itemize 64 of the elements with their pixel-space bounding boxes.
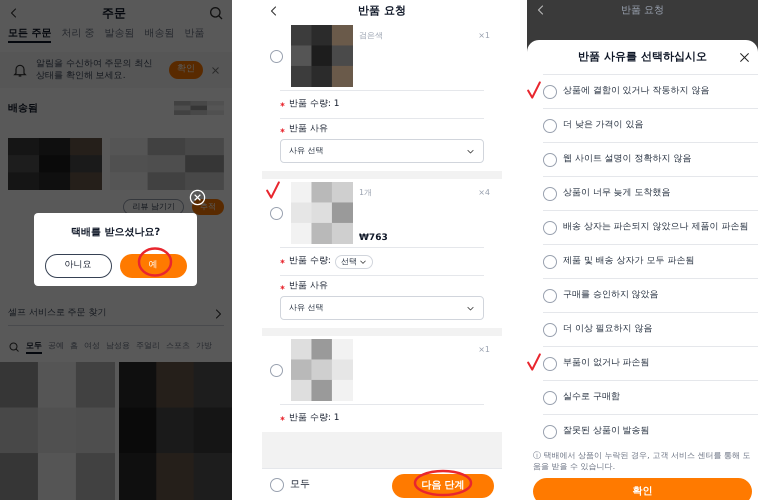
screen-title: 반품 요청 [357, 2, 407, 19]
track-button[interactable]: 추적 [192, 199, 224, 215]
radio-button[interactable] [543, 84, 557, 98]
confirm-button[interactable]: 확인 [169, 61, 203, 79]
search-icon[interactable] [208, 5, 224, 21]
self-service-label: 셀프 서비스로 주문 찾기 [8, 306, 107, 320]
reason-option[interactable]: 상품에 결함이 있거나 작동하지 않음 [543, 74, 758, 108]
radio-button[interactable] [543, 254, 557, 268]
screen-title: 반품 요청 [620, 4, 666, 18]
radio-button[interactable] [543, 356, 557, 370]
radio-button[interactable] [543, 390, 557, 404]
close-icon[interactable] [739, 52, 750, 62]
quantity-text: ×4 [478, 187, 490, 199]
return-reason-label: 반품 사유 [289, 123, 328, 136]
category-tab[interactable]: 모두 [26, 340, 42, 354]
reason-option[interactable]: 더 낮은 가격이 있음 [543, 108, 758, 142]
radio-button[interactable] [543, 118, 557, 132]
section-title: 배송됨 [8, 102, 38, 116]
search-icon[interactable] [8, 341, 20, 353]
price-text: ₩763 [359, 232, 389, 244]
dialog-question: 택배를 받으셨나요? [70, 226, 160, 240]
reason-option[interactable]: 배송 상자는 파손되지 않았으나 제품이 파손됨 [543, 210, 758, 244]
reason-option[interactable]: 웹 사이트 설명이 정확하지 않음 [543, 142, 758, 176]
radio-button[interactable] [543, 220, 557, 234]
help-note: ⓘ 택배에서 상품이 누락된 경우, 고객 서비스 센터를 통해 도움을 받을 수 있습니다. [533, 450, 752, 472]
return-reason-label: 반품 사유 [289, 280, 328, 294]
bell-icon [12, 62, 28, 78]
quantity-text: ×1 [478, 30, 490, 42]
return-quantity-label: 반품 수량: 1 [289, 412, 340, 425]
radio-button[interactable] [270, 50, 283, 62]
quantity-text: ×1 [478, 344, 490, 356]
reason-dropdown[interactable]: 사유 선택 [280, 296, 484, 320]
next-step-button[interactable]: 다음 단계 [392, 474, 494, 498]
radio-button[interactable] [543, 424, 557, 438]
screen-title: 주문 [102, 5, 126, 22]
reason-option[interactable]: 구매를 승인하지 않았음 [543, 278, 758, 312]
reason-option[interactable]: 더 이상 필요하지 않음 [543, 312, 758, 346]
radio-button[interactable] [270, 206, 283, 220]
radio-button[interactable] [270, 364, 283, 376]
return-quantity-label: 반품 수량: [289, 254, 331, 268]
radio-button[interactable] [543, 322, 557, 336]
return-quantity-label: 반품 수량: 1 [289, 98, 340, 111]
radio-button[interactable] [543, 152, 557, 166]
notice-text: 알림을 수신하여 주문의 최신 상태를 확인해 보세요. [36, 58, 154, 82]
reason-option[interactable]: 부품이 없거나 파손됨 [543, 346, 758, 380]
radio-button[interactable] [270, 478, 284, 492]
reason-option[interactable]: 실수로 구매함 [543, 380, 758, 414]
radio-button[interactable] [543, 186, 557, 200]
self-service-row[interactable]: 셀프 서비스로 주문 찾기 [8, 302, 224, 326]
radio-button[interactable] [543, 288, 557, 302]
select-all-label: 모두 [290, 478, 310, 492]
reason-option[interactable]: 잘못된 상품이 발송됨 [543, 414, 758, 448]
variant-text: 검은색 [359, 30, 383, 42]
quantity-dropdown[interactable]: 선택 [334, 254, 373, 268]
no-button[interactable]: 아니요 [44, 254, 112, 278]
confirm-button[interactable]: 확인 [533, 478, 752, 500]
tab[interactable]: 모든 주문 [8, 26, 52, 43]
yes-button[interactable]: 예 [120, 254, 186, 278]
sheet-title: 반품 사유를 선택하십시오 [578, 48, 707, 65]
reason-option[interactable]: 상품이 너무 늦게 도착했음 [543, 176, 758, 210]
variant-text: 1개 [359, 187, 372, 199]
reason-dropdown[interactable]: 사유 선택 [280, 139, 484, 163]
chevron-down-icon [358, 258, 367, 266]
reason-option[interactable]: 제품 및 배송 상자가 모두 파손됨 [543, 244, 758, 278]
